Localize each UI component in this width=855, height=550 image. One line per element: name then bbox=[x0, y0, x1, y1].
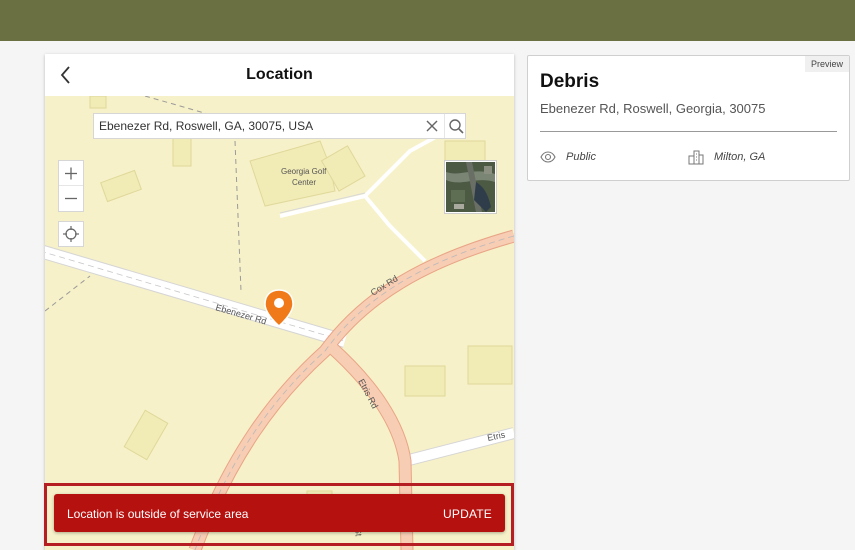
map-view[interactable]: Ebenezer Rd Cox Rd Etris Rd Etris Rd St … bbox=[45, 96, 514, 550]
search-clear-button[interactable] bbox=[420, 114, 444, 138]
crosshair-icon bbox=[63, 226, 79, 242]
map-label-poi-line2: Center bbox=[292, 178, 316, 187]
preview-card: Preview Debris Ebenezer Rd, Roswell, Geo… bbox=[527, 55, 850, 181]
zoom-out-button[interactable] bbox=[59, 186, 83, 211]
jurisdiction-meta: Milton, GA bbox=[688, 148, 765, 166]
satellite-basemap-thumbnail bbox=[446, 162, 495, 212]
location-panel: Location Ebenezer Rd Cox Rd Etris Rd Etr… bbox=[45, 54, 514, 550]
zoom-control bbox=[58, 160, 84, 212]
alert-message: Location is outside of service area bbox=[67, 507, 249, 521]
search-icon bbox=[449, 119, 464, 134]
app-header-bar bbox=[0, 0, 855, 41]
panel-header: Location bbox=[45, 54, 514, 96]
panel-title: Location bbox=[246, 66, 313, 83]
city-buildings-icon bbox=[688, 150, 704, 165]
service-area-alert: Location is outside of service area UPDA… bbox=[54, 494, 505, 532]
alert-update-button[interactable]: UPDATE bbox=[443, 507, 492, 521]
card-title: Debris bbox=[540, 71, 600, 92]
basemap-toggle[interactable] bbox=[444, 160, 497, 214]
eye-icon bbox=[540, 151, 556, 163]
zoom-in-button[interactable] bbox=[59, 161, 83, 186]
card-divider bbox=[540, 131, 837, 132]
visibility-meta: Public bbox=[540, 148, 596, 166]
visibility-text: Public bbox=[566, 151, 596, 163]
locate-button[interactable] bbox=[58, 221, 84, 247]
preview-badge: Preview bbox=[804, 56, 849, 72]
search-box bbox=[93, 113, 466, 139]
jurisdiction-text: Milton, GA bbox=[714, 151, 766, 163]
close-icon bbox=[426, 120, 438, 132]
search-input[interactable] bbox=[94, 114, 420, 138]
card-address: Ebenezer Rd, Roswell, Georgia, 30075 bbox=[540, 101, 766, 116]
search-button[interactable] bbox=[444, 114, 466, 138]
map-label-poi-line1: Georgia Golf bbox=[281, 167, 327, 176]
minus-icon bbox=[65, 197, 77, 200]
plus-icon bbox=[65, 167, 77, 180]
